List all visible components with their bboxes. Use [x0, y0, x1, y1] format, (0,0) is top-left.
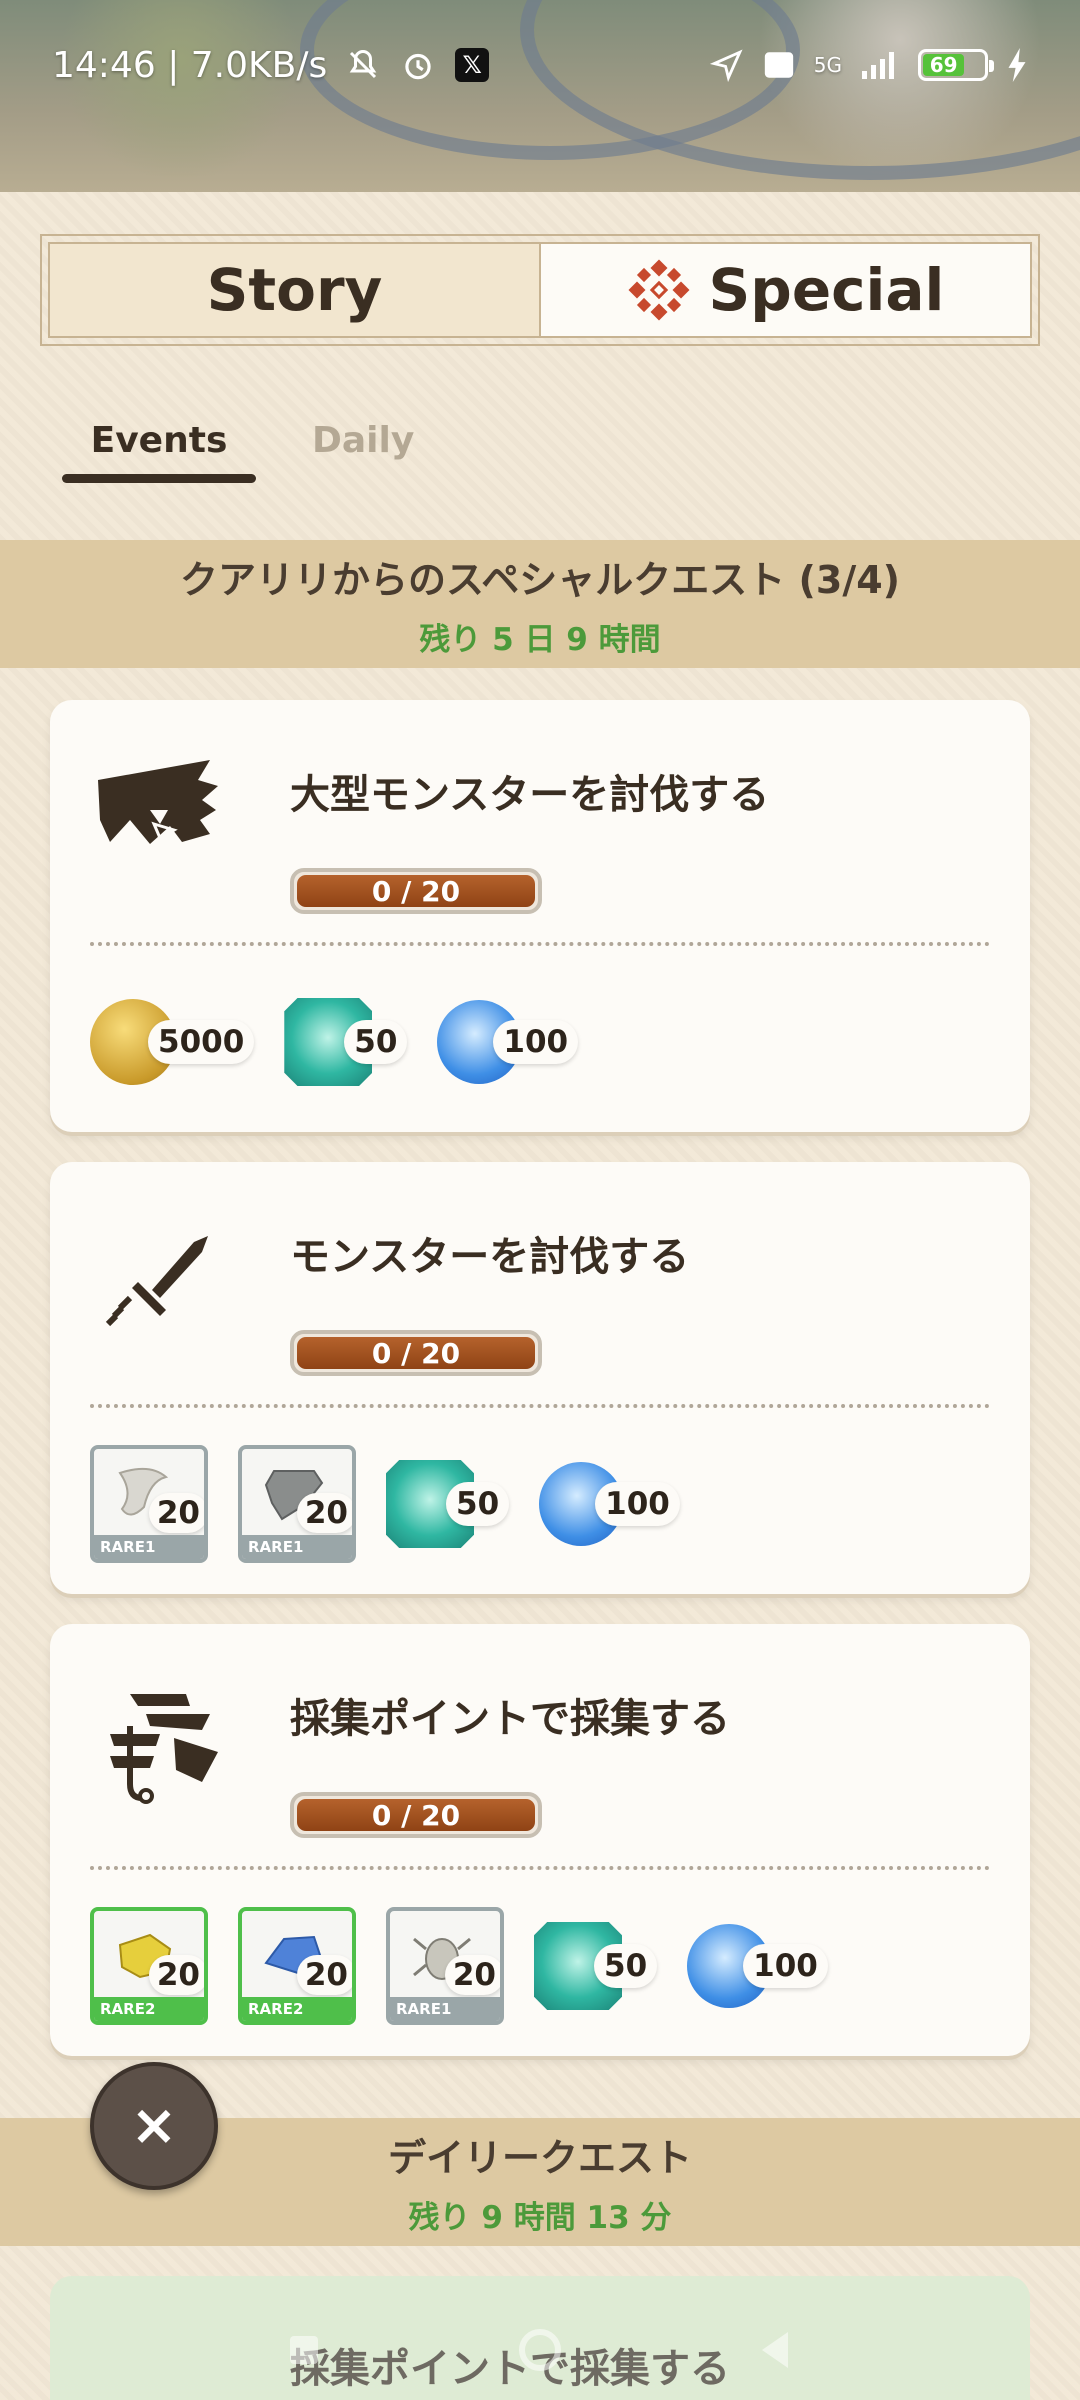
reward-material[interactable]: 20 RARE1 [90, 1445, 208, 1563]
recents-icon[interactable] [276, 2322, 332, 2378]
reward-orb[interactable]: 100 [539, 1462, 680, 1546]
reward-qty: 100 [743, 1944, 828, 1988]
quest-progress-bar: 0 / 20 [290, 1792, 542, 1838]
status-bar: 14:46 | 7.0KB/s 𝕏 5G 69 [0, 0, 1080, 130]
special-quest-title: クアリリからのスペシャルクエスト (3/4) [179, 558, 901, 602]
reward-qty: 50 [344, 1020, 408, 1064]
reward-qty: 20 [148, 1955, 204, 1995]
reward-gem[interactable]: 50 [534, 1922, 658, 2010]
reward-qty: 20 [296, 1955, 352, 1995]
quest-title: 大型モンスターを討伐する [290, 772, 770, 818]
quest-card-large-monster[interactable]: 大型モンスターを討伐する 0 / 20 5000 50 100 [50, 700, 1030, 1132]
battery-icon: 69 [918, 49, 994, 81]
reward-material[interactable]: 20 RARE1 [386, 1907, 504, 2025]
daily-quest-title: デイリークエスト [387, 2136, 692, 2180]
tab-story-label: Story [206, 256, 383, 324]
battery-level: 69 [923, 53, 965, 77]
sword-icon [105, 1236, 208, 1327]
reward-qty: 50 [446, 1482, 510, 1526]
quest-progress-text: 0 / 20 [297, 1799, 535, 1832]
home-icon[interactable] [512, 2322, 568, 2378]
reward-list: 20 RARE2 20 RARE2 20 RARE1 50 100 [90, 1906, 828, 2026]
rarity-label: RARE2 [242, 1997, 352, 2021]
network-type: 5G [813, 53, 842, 77]
reward-qty: 5000 [148, 1020, 255, 1064]
reward-material[interactable]: 20 RARE2 [90, 1907, 208, 2025]
reward-orb[interactable]: 100 [437, 1000, 579, 1084]
x-app-icon: 𝕏 [455, 48, 490, 82]
divider [90, 942, 990, 946]
quest-card-monster[interactable]: モンスターを討伐する 0 / 20 20 RARE1 20 RARE1 50 1… [50, 1162, 1030, 1594]
reward-orb[interactable]: 100 [687, 1924, 828, 2008]
quest-title: 採集ポイントで採集する [290, 1696, 730, 1742]
reward-list: 5000 50 100 [90, 982, 579, 1102]
signal-icon [860, 49, 900, 81]
charging-icon [1006, 48, 1028, 82]
status-time: 14:46 | 7.0KB/s [52, 44, 328, 86]
rarity-label: RARE1 [390, 1997, 500, 2021]
tab-story[interactable]: Story [50, 244, 541, 336]
reward-gem[interactable]: 50 [284, 998, 408, 1086]
rarity-label: RARE1 [242, 1535, 352, 1559]
volte-icon [762, 48, 796, 82]
quest-title: モンスターを討伐する [290, 1234, 690, 1280]
daily-quest-remaining: 残り 9 時間 13 分 [408, 2200, 672, 2236]
special-quest-header: クアリリからのスペシャルクエスト (3/4) 残り 5 日 9 時間 [0, 540, 1080, 668]
quest-type-toggle: Story Special [40, 234, 1040, 346]
reward-qty: 20 [148, 1493, 204, 1533]
tab-special[interactable]: Special [541, 244, 1030, 336]
map-background: 14:46 | 7.0KB/s 𝕏 5G 69 [0, 0, 1080, 192]
close-button[interactable]: × [90, 2062, 218, 2190]
large-monster-icon [98, 760, 218, 844]
location-icon [709, 48, 744, 82]
reward-list: 20 RARE1 20 RARE1 50 100 [90, 1444, 680, 1564]
special-quest-remaining: 残り 5 日 9 時間 [419, 622, 661, 658]
subtab-events[interactable]: Events [62, 420, 256, 483]
mute-icon [345, 47, 381, 83]
special-emblem-icon [628, 259, 690, 321]
reward-qty: 20 [444, 1955, 500, 1995]
reward-material[interactable]: 20 RARE2 [238, 1907, 356, 2025]
system-nav-bar [0, 2300, 1080, 2400]
reward-qty: 20 [296, 1493, 352, 1533]
subtab-daily[interactable]: Daily [312, 420, 414, 483]
close-icon: × [130, 2093, 178, 2158]
rarity-label: RARE1 [94, 1535, 204, 1559]
reward-qty: 100 [493, 1020, 579, 1064]
alarm-icon [399, 46, 437, 84]
back-icon[interactable] [748, 2322, 804, 2378]
quest-progress-text: 0 / 20 [297, 1337, 535, 1370]
reward-gem[interactable]: 50 [386, 1460, 510, 1548]
reward-zenny[interactable]: 5000 [90, 999, 255, 1085]
tab-special-label: Special [708, 256, 945, 324]
quest-progress-text: 0 / 20 [297, 875, 535, 908]
reward-material[interactable]: 20 RARE1 [238, 1445, 356, 1563]
divider [90, 1404, 990, 1408]
quest-card-gathering[interactable]: 採集ポイントで採集する 0 / 20 20 RARE2 20 RARE2 20 … [50, 1624, 1030, 2056]
divider [90, 1866, 990, 1870]
reward-qty: 50 [594, 1944, 658, 1988]
reward-qty: 100 [595, 1482, 680, 1526]
rarity-label: RARE2 [94, 1997, 204, 2021]
gathering-icon [110, 1694, 218, 1804]
quest-progress-bar: 0 / 20 [290, 1330, 542, 1376]
quest-progress-bar: 0 / 20 [290, 868, 542, 914]
subtab-bar: Events Daily [62, 420, 414, 483]
